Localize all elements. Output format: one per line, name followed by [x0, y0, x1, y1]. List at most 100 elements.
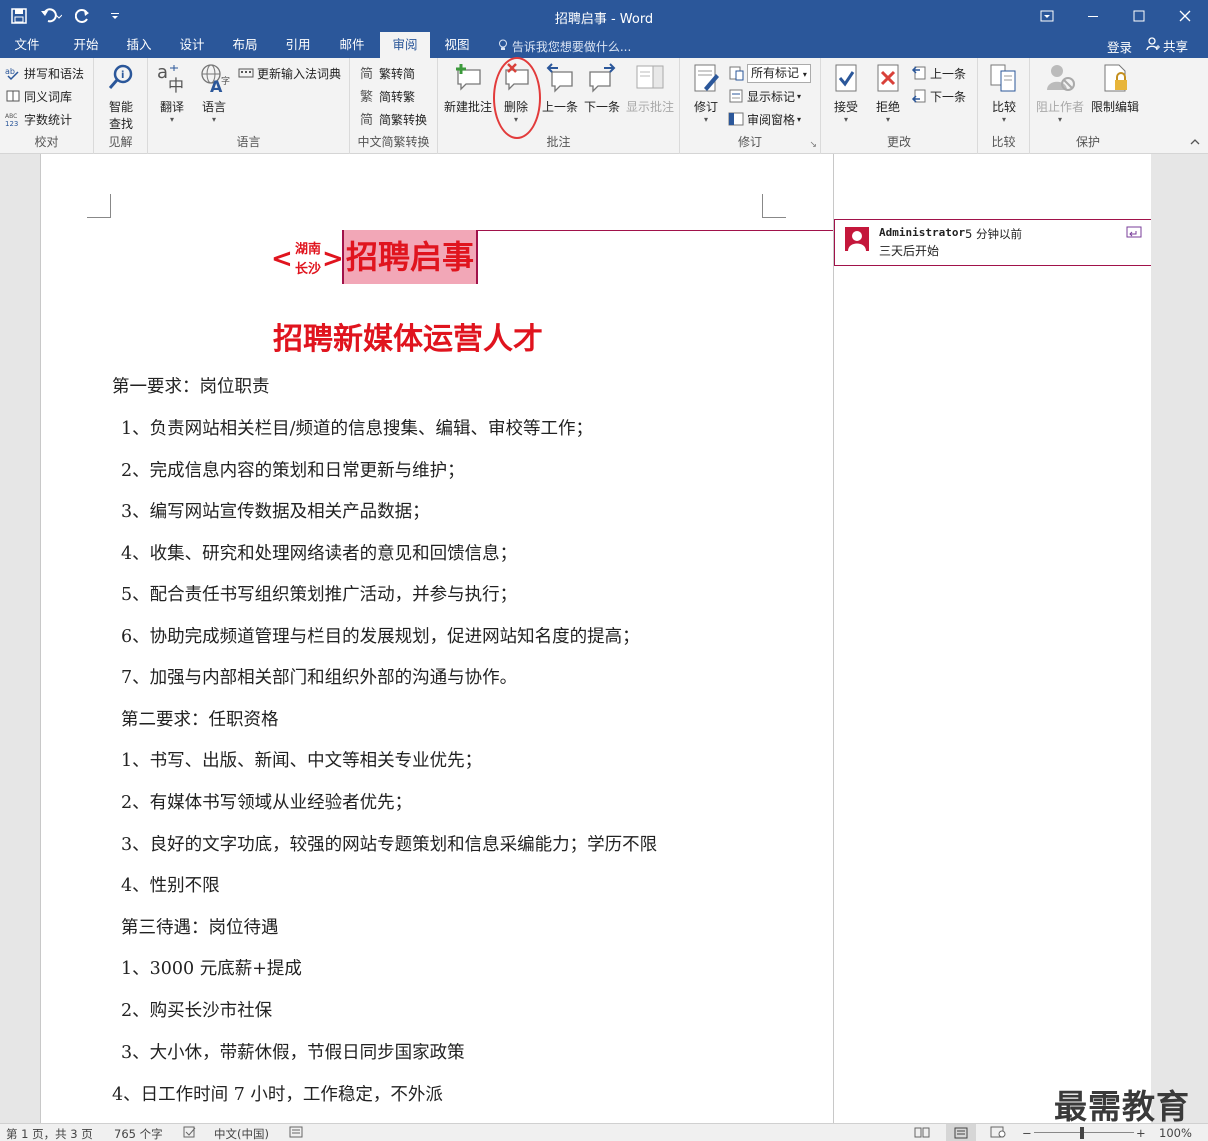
spelling-grammar-button[interactable]: ab 拼写和语法: [5, 63, 84, 83]
markup-display-select[interactable]: 所有标记 ▾: [728, 63, 811, 83]
convert-icon: 简: [360, 111, 376, 127]
chevron-down-icon: ▾: [169, 115, 174, 124]
tab-references[interactable]: 引用: [272, 32, 324, 58]
svg-text:ABC: ABC: [5, 113, 17, 120]
previous-change-button[interactable]: 上一条: [911, 63, 966, 83]
minimize-icon[interactable]: [1070, 0, 1116, 32]
close-icon[interactable]: [1162, 0, 1208, 32]
proofing-status-icon[interactable]: [183, 1126, 197, 1141]
reviewing-pane-icon: [728, 111, 744, 127]
word-count[interactable]: 765 个字: [114, 1126, 163, 1141]
zoom-slider-thumb[interactable]: [1080, 1127, 1084, 1139]
simp-to-trad-icon: 繁: [360, 88, 376, 104]
dialog-launcher-icon[interactable]: ↘: [809, 140, 817, 150]
update-ime-dictionary-button[interactable]: 更新输入法词典: [238, 63, 341, 83]
group-language: a中 翻译 ▾ A字 语言 ▾ 更新输入法词典 语言: [148, 58, 350, 154]
print-layout-icon[interactable]: [946, 1124, 976, 1141]
margin-corner-mark: [762, 194, 786, 218]
compare-button[interactable]: 比较 ▾: [982, 62, 1026, 132]
language-button[interactable]: A字 语言 ▾: [192, 62, 236, 132]
previous-comment-icon: [544, 62, 576, 94]
tab-file[interactable]: 文件: [0, 32, 54, 58]
reject-button[interactable]: 拒绝 ▾: [867, 62, 909, 132]
page-count[interactable]: 第 1 页，共 3 页: [6, 1126, 93, 1141]
zoom-level[interactable]: 100%: [1159, 1126, 1192, 1140]
book-icon: [5, 88, 21, 104]
restrict-editing-button[interactable]: 限制编辑: [1088, 62, 1142, 132]
tab-home[interactable]: 开始: [60, 32, 112, 58]
tab-insert[interactable]: 插入: [114, 32, 164, 58]
tab-design[interactable]: 设计: [166, 32, 218, 58]
show-comments-label: 显示批注: [625, 100, 674, 114]
markup-balloon-pane: Administrator 5 分钟以前 三天后开始: [833, 154, 1152, 1123]
web-layout-icon[interactable]: [990, 1126, 1006, 1141]
read-mode-icon[interactable]: [914, 1126, 930, 1141]
group-changes: 接受 ▾ 拒绝 ▾ 上一条 下一条 更改: [821, 58, 978, 154]
block-authors-label: 阻止作者: [1035, 100, 1084, 114]
document-subheading: 招聘新媒体运营人才: [273, 322, 543, 357]
thesaurus-button[interactable]: 同义词库: [5, 86, 72, 106]
status-bar: 第 1 页，共 3 页 765 个字 中文(中国) − + 100%: [0, 1123, 1208, 1141]
block-authors-button[interactable]: 阻止作者 ▾: [1034, 62, 1086, 132]
next-comment-button[interactable]: 下一条: [580, 62, 624, 132]
margin-corner-mark: [87, 194, 111, 218]
tell-me-search[interactable]: 告诉我您想要做什么...: [498, 38, 631, 55]
prefix-line-2: 长沙: [294, 262, 321, 277]
previous-comment-button[interactable]: 上一条: [538, 62, 582, 132]
word-count-icon: ABC 123: [5, 111, 21, 127]
smart-lookup-label-2: 查找: [108, 117, 133, 131]
group-label-proofing: 校对: [34, 135, 59, 149]
accept-icon: [830, 62, 862, 94]
tab-view[interactable]: 视图: [432, 32, 482, 58]
markup-select-box[interactable]: 所有标记 ▾: [747, 63, 811, 83]
highlight-circle-annotation: [493, 57, 541, 139]
comment-balloon[interactable]: Administrator 5 分钟以前 三天后开始: [834, 219, 1152, 266]
tab-layout[interactable]: 布局: [220, 32, 270, 58]
magnifier-icon: i: [105, 62, 137, 94]
paragraph: 4、收集、研究和处理网络读者的意见和回馈信息；: [121, 544, 518, 564]
language-status[interactable]: 中文(中国): [214, 1126, 269, 1141]
group-label-chinese-conversion: 中文简繁转换: [357, 135, 430, 149]
group-label-language: 语言: [236, 135, 261, 149]
zoom-out-icon[interactable]: −: [1022, 1126, 1032, 1140]
trad-to-simp-icon: 简: [360, 65, 376, 81]
reply-icon[interactable]: [1126, 226, 1142, 240]
sign-in-link[interactable]: 登录: [1107, 37, 1132, 56]
tab-review[interactable]: 审阅: [380, 32, 430, 58]
block-authors-icon: [1044, 62, 1076, 94]
show-markup-label: 显示标记: [747, 89, 796, 104]
show-comments-button[interactable]: 显示批注: [624, 62, 676, 132]
new-comment-button[interactable]: 新建批注: [444, 62, 492, 132]
vertical-scrollbar[interactable]: [1151, 154, 1208, 1123]
translate-label: 翻译: [159, 100, 184, 114]
maximize-icon[interactable]: [1116, 0, 1162, 32]
translate-button[interactable]: a中 翻译 ▾: [150, 62, 194, 132]
chinese-convert-button[interactable]: 简 简繁转换: [360, 109, 427, 129]
collapse-ribbon-icon[interactable]: [1190, 138, 1200, 149]
markup-icon: [728, 65, 744, 81]
zoom-in-icon[interactable]: +: [1136, 1126, 1146, 1140]
ribbon-display-options-icon[interactable]: [1024, 0, 1070, 32]
chevron-down-icon: ▾: [703, 115, 708, 124]
traditional-to-simplified-button[interactable]: 简 繁转简: [360, 63, 415, 83]
accept-button[interactable]: 接受 ▾: [825, 62, 867, 132]
next-change-button[interactable]: 下一条: [911, 86, 966, 106]
comment-timestamp: 5 分钟以前: [965, 227, 1022, 241]
commented-text-highlight[interactable]: 招聘启事: [342, 230, 479, 284]
smart-lookup-button[interactable]: i 智能 查找: [99, 62, 143, 132]
simplified-to-traditional-button[interactable]: 繁 简转繁: [360, 86, 415, 106]
track-changes-button[interactable]: 修订 ▾: [684, 62, 728, 132]
word-count-button[interactable]: ABC 123 字数统计: [5, 109, 72, 129]
previous-comment-label: 上一条: [541, 100, 578, 114]
svg-text:繁: 繁: [360, 89, 373, 104]
macro-icon[interactable]: [289, 1126, 303, 1141]
svg-text:i: i: [121, 70, 124, 81]
document-page[interactable]: < 湖南 长沙 > 招聘启事 招聘新媒体运营人才 第一要求：岗位职责 1、负责网…: [40, 154, 834, 1123]
show-markup-button[interactable]: 显示标记 ▾: [728, 86, 801, 106]
share-button[interactable]: 共享: [1146, 35, 1202, 55]
compare-icon: [988, 62, 1020, 94]
reviewing-pane-button[interactable]: 审阅窗格 ▾: [728, 109, 801, 129]
tab-mailings[interactable]: 邮件: [326, 32, 378, 58]
comment-text[interactable]: 三天后开始: [879, 242, 939, 259]
zoom-slider[interactable]: [1034, 1132, 1134, 1133]
